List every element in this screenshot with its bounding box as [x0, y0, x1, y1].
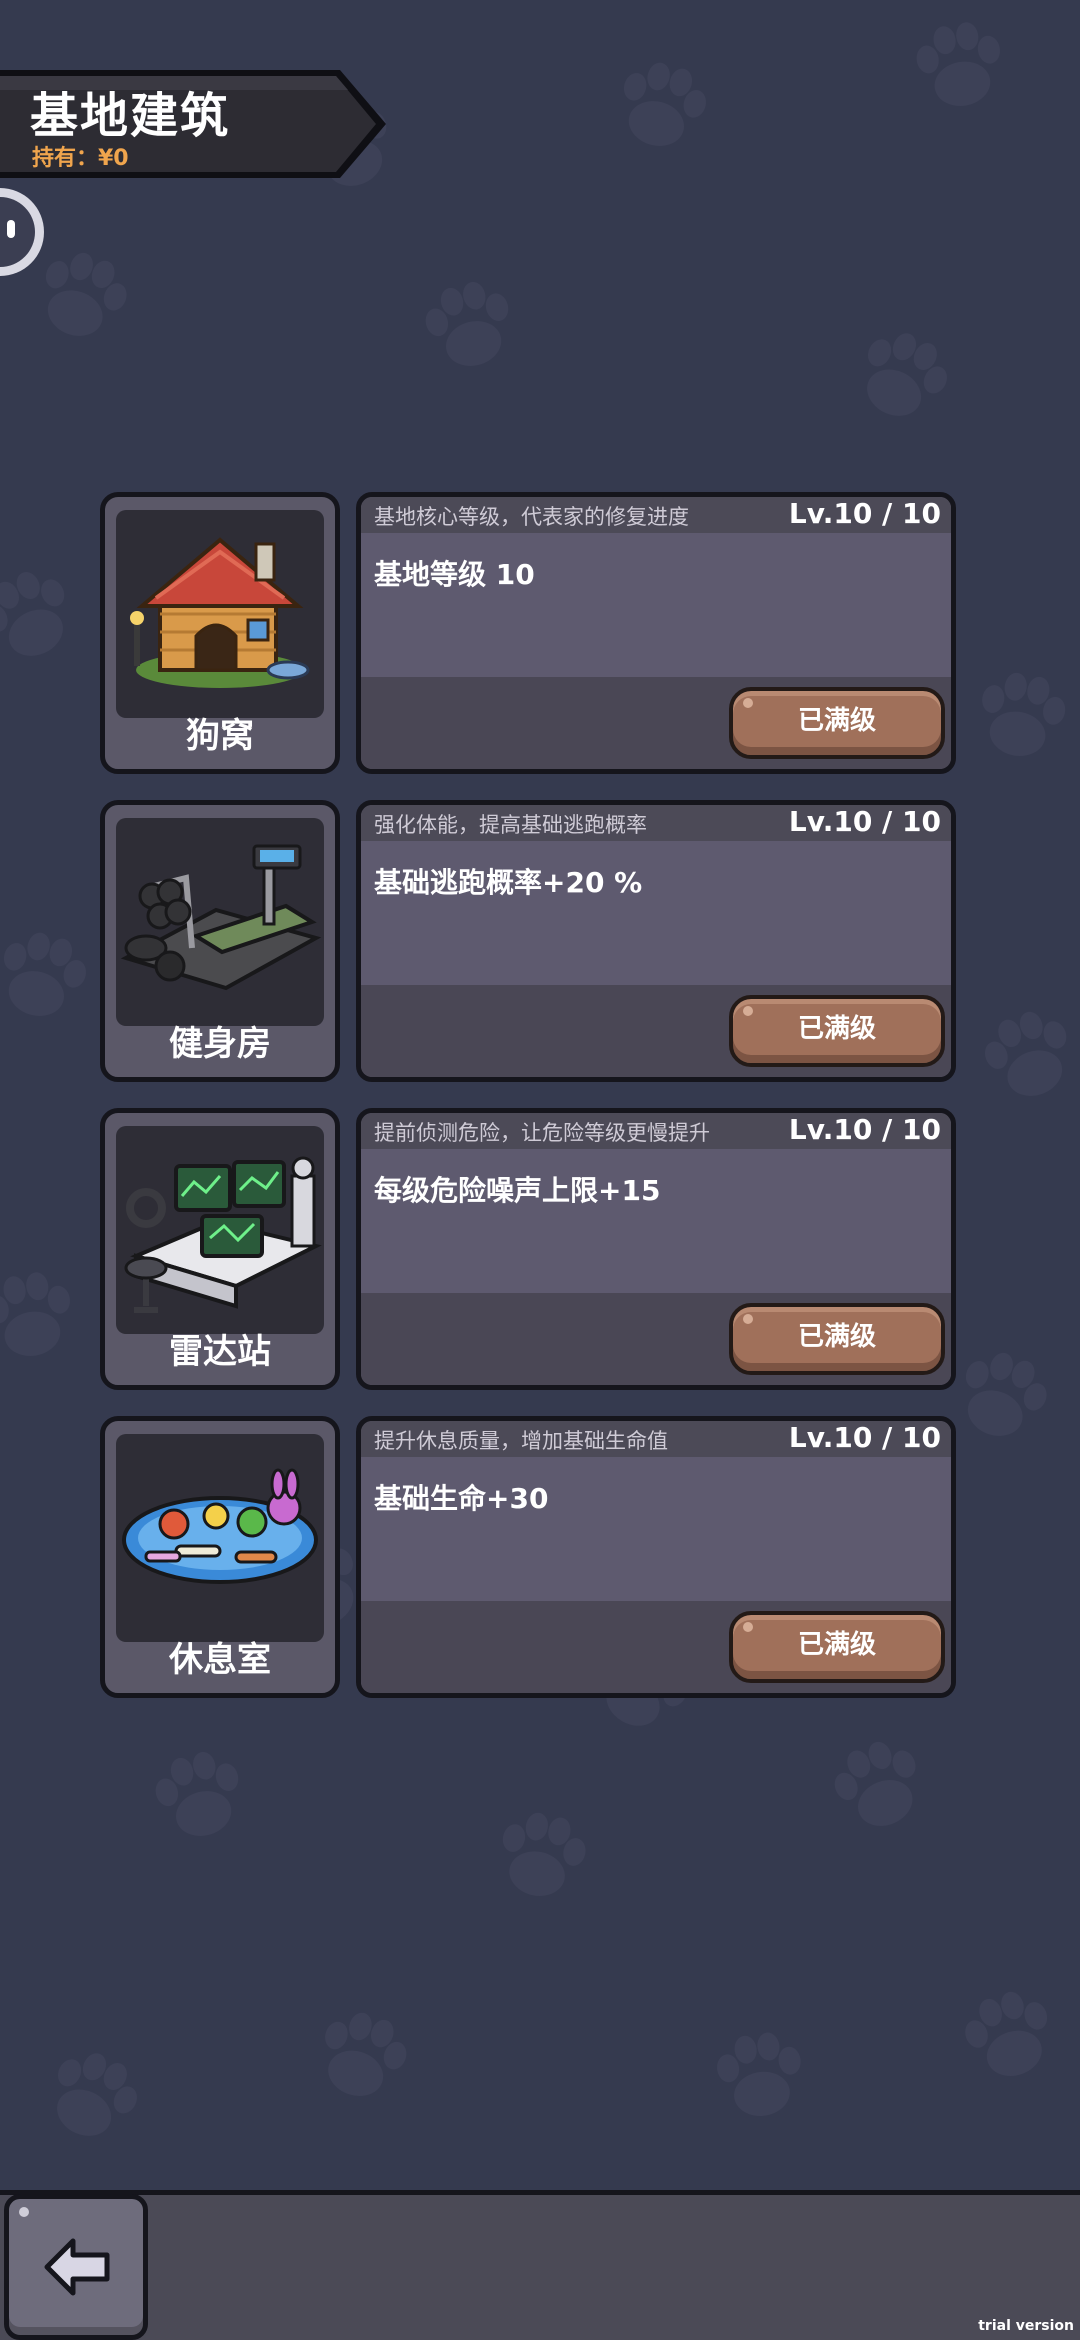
building-description: 提前侦测危险，让危险等级更慢提升	[374, 1121, 710, 1145]
chat-bubble-icon[interactable]	[0, 186, 48, 278]
building-info-card: 基地核心等级，代表家的修复进度 Lv.10 / 10 基地等级 10 已满级	[356, 492, 956, 774]
building-effect: 基础逃跑概率+20 %	[374, 866, 643, 899]
building-effect: 每级危险噪声上限+15	[374, 1174, 661, 1207]
building-effect: 基地等级 10	[374, 558, 535, 591]
radar-station-icon	[116, 1126, 324, 1334]
building-level: Lv.10 / 10	[788, 805, 941, 838]
rest-room-icon	[116, 1434, 324, 1642]
building-info-card: 提升休息质量，增加基础生命值 Lv.10 / 10 基础生命+30 已满级	[356, 1416, 956, 1698]
max-level-button[interactable]: 已满级	[729, 687, 945, 759]
building-card[interactable]: 狗窝	[100, 492, 340, 774]
building-card[interactable]: 休息室	[100, 1416, 340, 1698]
building-description: 提升休息质量，增加基础生命值	[374, 1429, 668, 1453]
back-arrow-icon	[44, 2238, 110, 2296]
building-card[interactable]: 雷达站	[100, 1108, 340, 1390]
building-description: 强化体能，提高基础逃跑概率	[374, 813, 647, 837]
building-effect: 基础生命+30	[374, 1482, 549, 1515]
max-level-button[interactable]: 已满级	[729, 1611, 945, 1683]
building-level: Lv.10 / 10	[788, 1113, 941, 1146]
building-row-doghouse: 狗窝 基地核心等级，代表家的修复进度 Lv.10 / 10 基地等级 10 已满…	[100, 492, 956, 774]
building-row-radar: 雷达站 提前侦测危险，让危险等级更慢提升 Lv.10 / 10 每级危险噪声上限…	[100, 1108, 956, 1390]
building-description: 基地核心等级，代表家的修复进度	[374, 505, 689, 529]
back-button[interactable]	[4, 2194, 148, 2340]
bottom-bar	[0, 2190, 1080, 2340]
building-name: 休息室	[169, 1640, 271, 1680]
building-info-card: 强化体能，提高基础逃跑概率 Lv.10 / 10 基础逃跑概率+20 % 已满级	[356, 800, 956, 1082]
building-level: Lv.10 / 10	[788, 1421, 941, 1454]
page-title: 基地建筑	[30, 88, 231, 144]
money-display: 持有：¥0	[32, 146, 129, 171]
building-level: Lv.10 / 10	[788, 497, 941, 530]
building-name: 健身房	[169, 1024, 271, 1064]
gym-icon	[116, 818, 324, 1026]
max-level-button[interactable]: 已满级	[729, 995, 945, 1067]
building-name: 狗窝	[186, 716, 254, 756]
max-level-button[interactable]: 已满级	[729, 1303, 945, 1375]
building-row-restroom: 休息室 提升休息质量，增加基础生命值 Lv.10 / 10 基础生命+30 已满…	[100, 1416, 956, 1698]
trial-watermark: trial version	[978, 2318, 1074, 2334]
building-card[interactable]: 健身房	[100, 800, 340, 1082]
building-info-card: 提前侦测危险，让危险等级更慢提升 Lv.10 / 10 每级危险噪声上限+15 …	[356, 1108, 956, 1390]
building-name: 雷达站	[169, 1332, 271, 1372]
building-row-gym: 健身房 强化体能，提高基础逃跑概率 Lv.10 / 10 基础逃跑概率+20 %…	[100, 800, 956, 1082]
doghouse-icon	[116, 510, 324, 718]
